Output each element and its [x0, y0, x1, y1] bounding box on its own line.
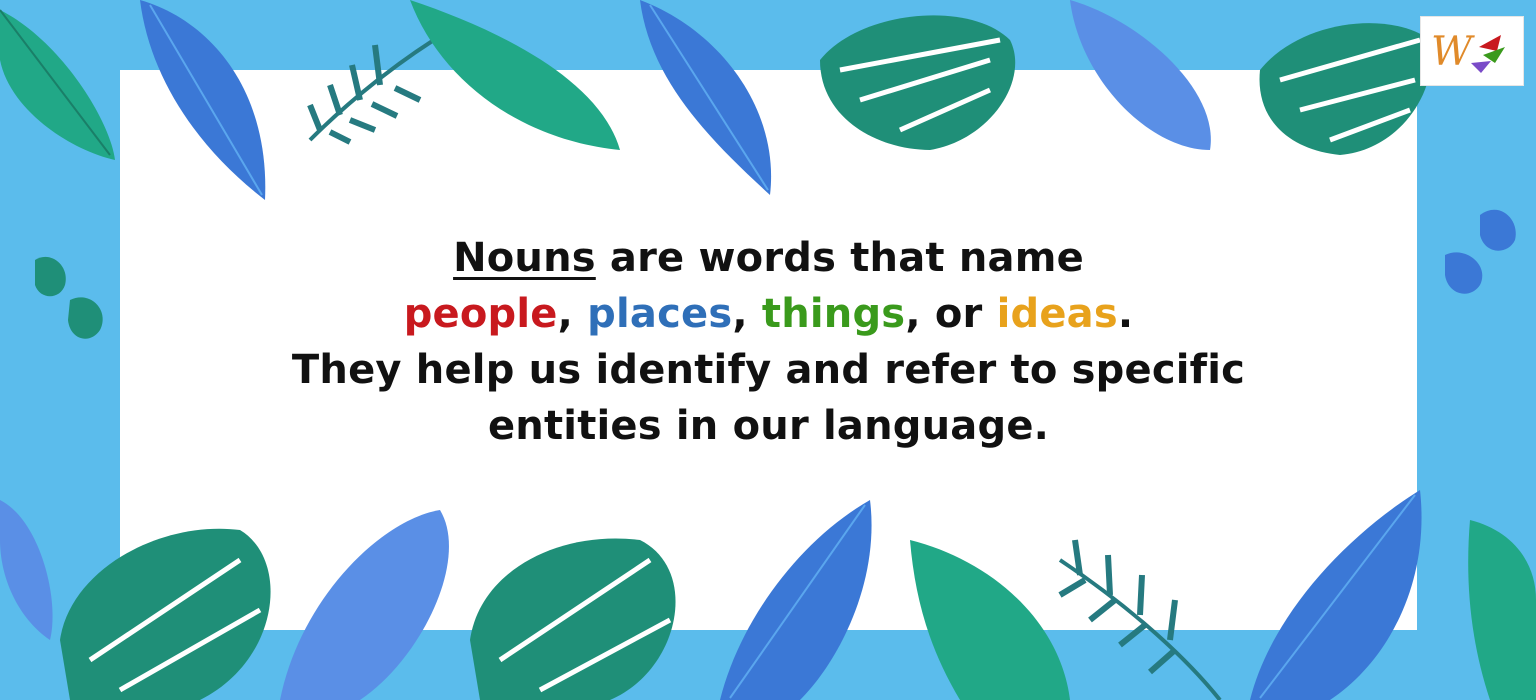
- word-places: places: [587, 291, 733, 337]
- monstera-icon-bottom-mid: [470, 538, 676, 700]
- leaf-icon-top-left: [0, 9, 115, 160]
- definition-text: Nouns are words that name people, places…: [120, 230, 1417, 454]
- leaf-icon-bottom-right-blue: [1250, 490, 1422, 700]
- leaf-icon-bottom-blue: [720, 500, 872, 700]
- monstera-icon-bottom-left: [60, 528, 271, 700]
- definition-line-4: entities in our language.: [487, 403, 1050, 449]
- separator-3: , or: [905, 291, 997, 337]
- word-people: people: [403, 291, 558, 337]
- word-ideas: ideas: [996, 291, 1118, 337]
- leaf-icon-bottom-left-blue: [0, 500, 53, 640]
- definition-line-3: They help us identify and refer to speci…: [291, 347, 1246, 393]
- keyword-nouns: Nouns: [453, 235, 596, 281]
- monstera-icon-top: [820, 15, 1016, 150]
- definition-line-1: Nouns are words that name: [120, 230, 1417, 286]
- fern-icon-bottom: [1058, 539, 1222, 700]
- brand-logo-icon: W: [1431, 29, 1505, 75]
- definition-line-2: people, places, things, or ideas.: [120, 286, 1417, 342]
- blob-icon-right: [1445, 209, 1516, 294]
- brand-logo[interactable]: W: [1420, 16, 1524, 86]
- separator-2: ,: [732, 291, 762, 337]
- leaf-icon-bottom-right-green: [1468, 520, 1536, 700]
- leaf-icon-top-blue-2: [640, 0, 772, 195]
- blob-icon-left: [35, 256, 103, 339]
- fern-icon-top: [307, 28, 452, 145]
- logo-letter: W: [1431, 29, 1475, 75]
- leaf-icon-top-green: [410, 0, 620, 150]
- word-things: things: [761, 291, 906, 337]
- leaf-icon-top-light-blue: [1070, 0, 1211, 150]
- leaf-icon-top-blue-1: [140, 0, 266, 200]
- line1-rest: are words that name: [595, 235, 1084, 281]
- monstera-icon-top-right: [1259, 23, 1432, 155]
- leaf-icon-bottom-green: [910, 540, 1070, 700]
- leaf-icon-bottom-light-blue: [280, 510, 449, 700]
- line2-period: .: [1117, 291, 1134, 337]
- separator-1: ,: [557, 291, 588, 337]
- nouns-poster: Nouns are words that name people, places…: [0, 0, 1536, 700]
